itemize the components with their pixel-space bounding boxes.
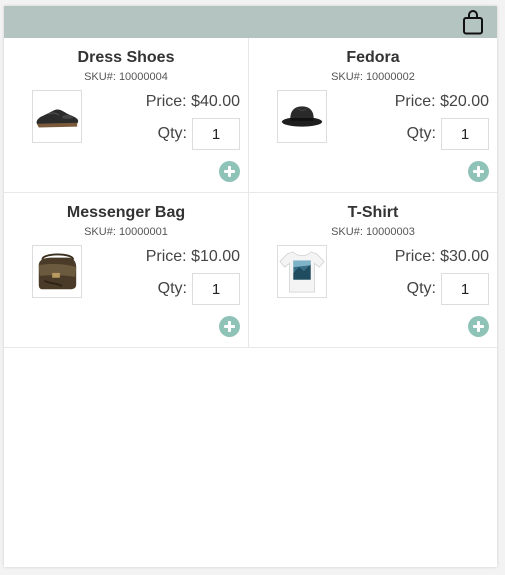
- product-card: Fedora SKU#: 10000002 Price: $20.00 Qty:: [249, 38, 497, 193]
- qty-label: Qty:: [406, 125, 436, 142]
- qty-input[interactable]: [441, 273, 489, 305]
- product-price: Price: $40.00: [145, 93, 240, 110]
- product-card: Messenger Bag SKU#: 10000001 Price: $10.…: [4, 193, 249, 348]
- shop-panel: Dress Shoes SKU#: 10000004 Price: $40.00…: [4, 6, 497, 567]
- product-price: Price: $30.00: [394, 248, 489, 265]
- product-price: Price: $20.00: [394, 93, 489, 110]
- add-to-cart-button[interactable]: [468, 316, 489, 337]
- product-card: Dress Shoes SKU#: 10000004 Price: $40.00…: [4, 38, 249, 193]
- qty-label: Qty:: [157, 280, 187, 297]
- qty-label: Qty:: [406, 280, 436, 297]
- product-image-messenger-bag[interactable]: [32, 245, 82, 298]
- product-sku: SKU#: 10000002: [331, 71, 415, 83]
- product-name: Fedora: [346, 49, 400, 66]
- product-name: Dress Shoes: [77, 49, 175, 66]
- product-image-fedora-hat[interactable]: [277, 90, 327, 143]
- product-name: Messenger Bag: [66, 204, 186, 221]
- shopping-bag-icon[interactable]: [462, 10, 484, 35]
- qty-input[interactable]: [192, 118, 240, 150]
- product-image-t-shirt[interactable]: [277, 245, 327, 298]
- product-name: T-Shirt: [347, 204, 399, 221]
- product-sku: SKU#: 10000001: [84, 226, 168, 238]
- product-price: Price: $10.00: [145, 248, 240, 265]
- product-sku: SKU#: 10000003: [331, 226, 415, 238]
- add-to-cart-button[interactable]: [219, 161, 240, 182]
- product-image-dress-shoe[interactable]: [32, 90, 82, 143]
- product-sku: SKU#: 10000004: [84, 71, 168, 83]
- qty-input[interactable]: [192, 273, 240, 305]
- add-to-cart-button[interactable]: [468, 161, 489, 182]
- header-bar: [4, 6, 497, 38]
- qty-input[interactable]: [441, 118, 489, 150]
- qty-label: Qty:: [157, 125, 187, 142]
- add-to-cart-button[interactable]: [219, 316, 240, 337]
- product-card: T-Shirt SKU#: 10000003 Price: $30.00 Qty…: [249, 193, 497, 348]
- product-grid: Dress Shoes SKU#: 10000004 Price: $40.00…: [4, 38, 497, 348]
